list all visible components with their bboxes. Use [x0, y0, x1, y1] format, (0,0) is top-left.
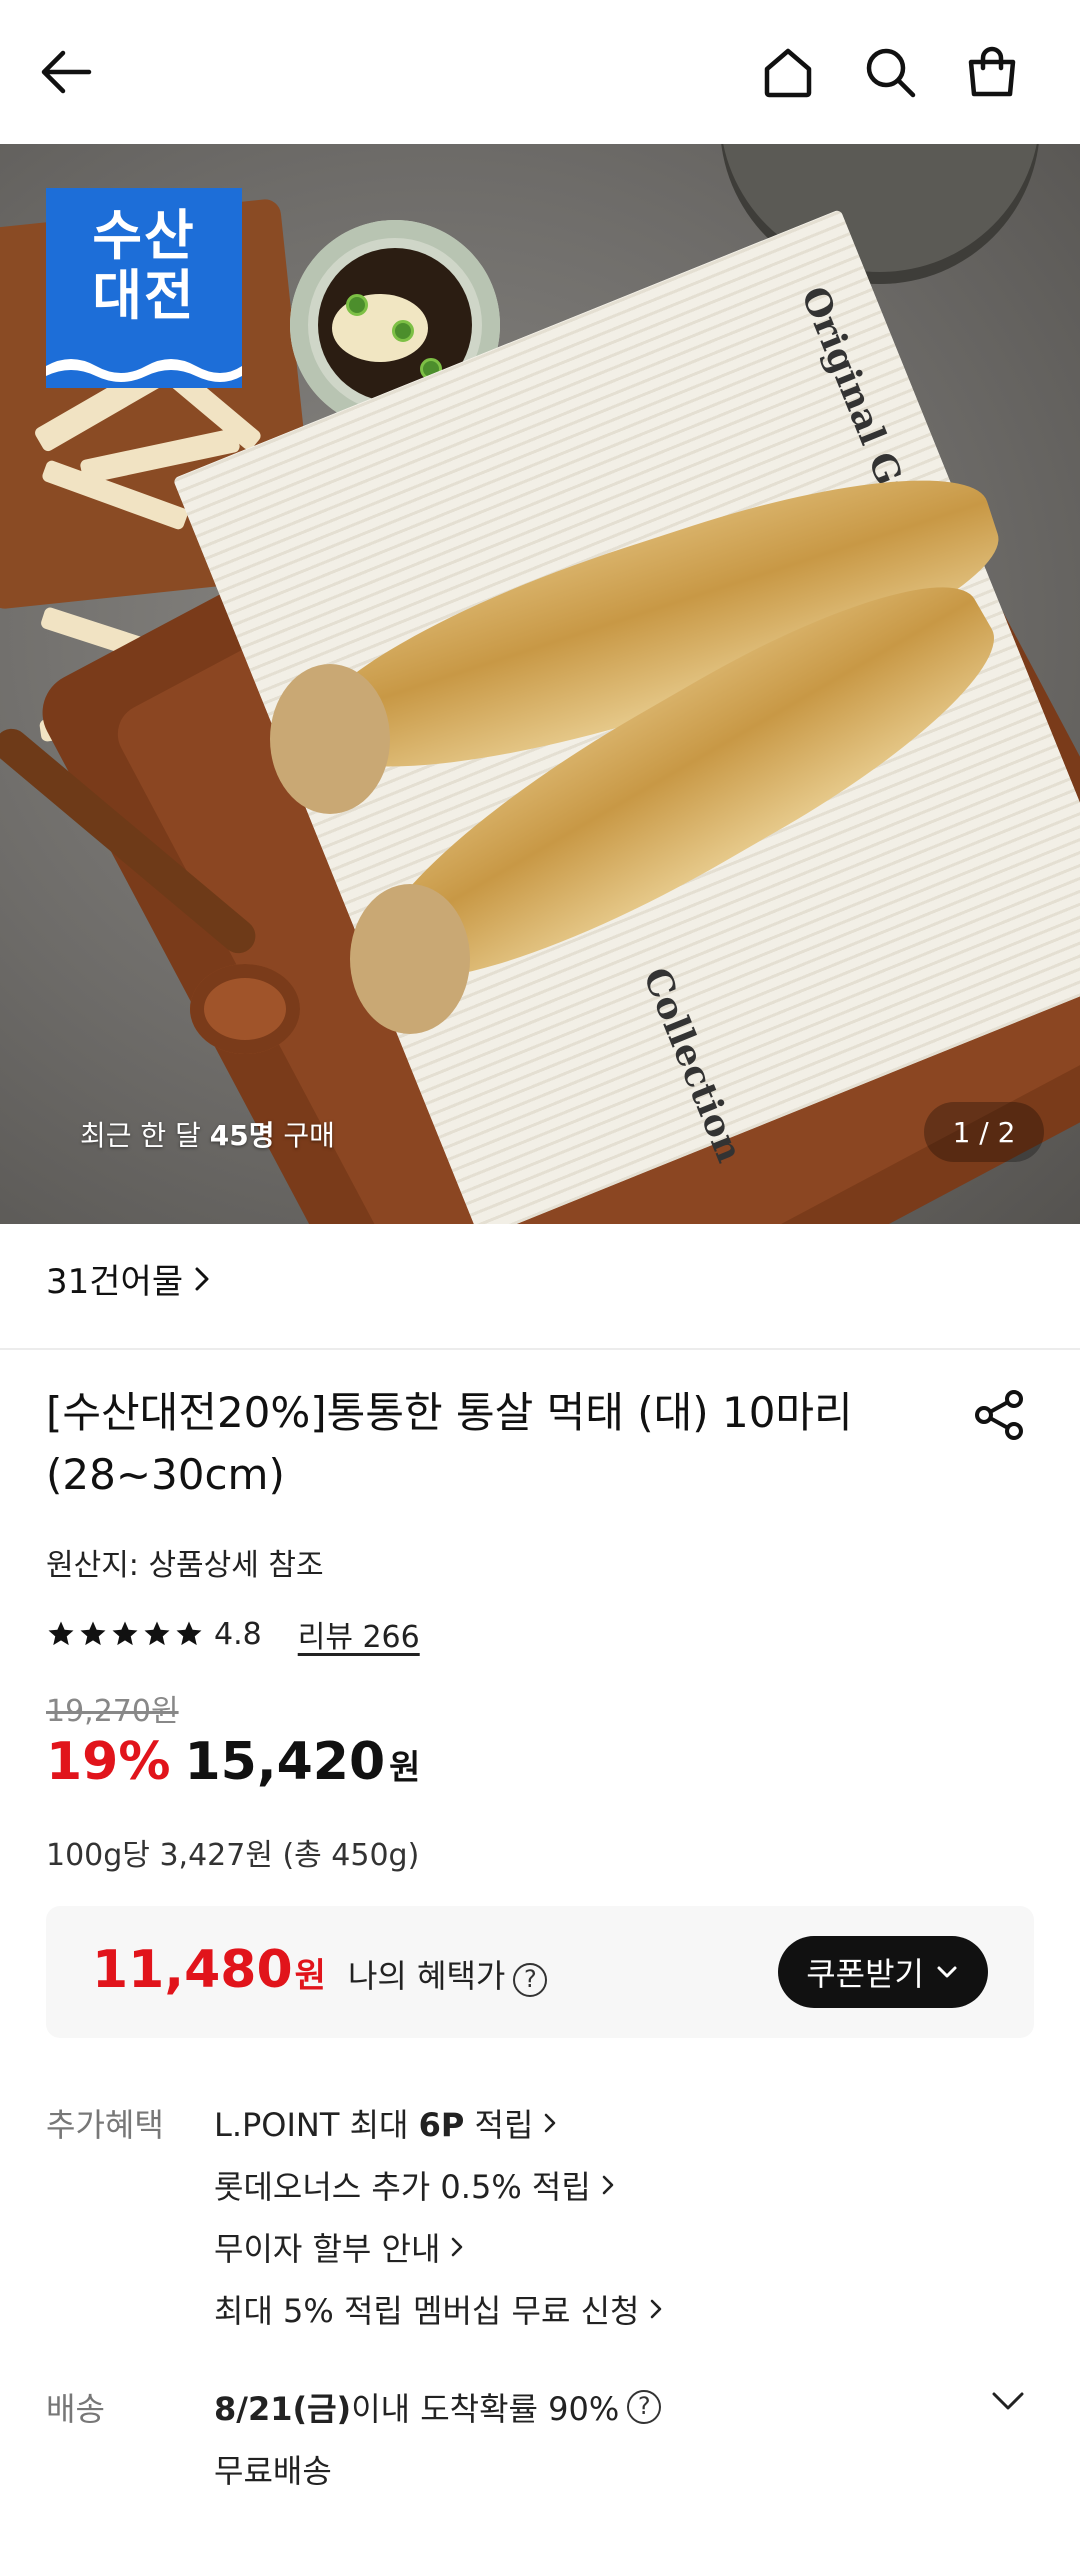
lpoint-suffix: 적립	[464, 2106, 534, 2144]
search-icon	[866, 48, 916, 98]
search-button[interactable]	[858, 40, 922, 104]
benefit-text: 무이자 할부 안내	[214, 2230, 441, 2268]
lpoint-prefix: L.POINT 최대	[214, 2106, 419, 2144]
chevron-right-icon	[602, 2175, 614, 2195]
share-button[interactable]	[970, 1385, 1030, 1445]
question-circle-icon[interactable]: ?	[513, 1963, 548, 1997]
extra-benefits-label: 추가혜택	[46, 2106, 164, 2144]
top-bar	[0, 0, 1080, 144]
fish-head	[350, 884, 470, 1034]
lpoint-points: 6P	[418, 2106, 465, 2144]
benefit-price-label: 나의 혜택가	[347, 1957, 506, 1995]
star-icon	[80, 1621, 106, 1646]
question-circle-icon[interactable]: ?	[627, 2390, 662, 2424]
chevron-down-icon[interactable]	[988, 2386, 1028, 2416]
chevron-right-icon	[195, 1267, 209, 1290]
delivery-date: 8/21(금)	[214, 2390, 352, 2428]
delivery-probability: 이내 도착확률 90%	[351, 2390, 620, 2428]
benefit-text: 최대 5% 적립 멤버십 무료 신청	[214, 2292, 640, 2330]
benefit-price-value: 11,480	[92, 1940, 293, 2000]
chevron-down-icon	[937, 1966, 957, 1978]
chevron-right-icon	[452, 2237, 463, 2257]
delivery-estimate: 8/21(금) 이내 도착확률 90% ?	[214, 2384, 662, 2430]
chevron-right-icon	[651, 2299, 662, 2319]
unit-price: 100g당 3,427원 (총 450g)	[46, 1838, 420, 1873]
price-unit: 원	[389, 1748, 421, 1788]
star-rating	[46, 1619, 206, 1649]
badge-text-line2: 대전	[92, 264, 196, 327]
promo-badge: 수산 대전	[46, 188, 242, 388]
review-link[interactable]: 리뷰 266	[298, 1612, 420, 1656]
home-button[interactable]	[756, 40, 820, 104]
back-button[interactable]	[34, 40, 98, 104]
arrow-left-icon	[41, 50, 92, 94]
star-icon	[176, 1621, 202, 1646]
buyers-count: 45명	[209, 1119, 275, 1152]
chili	[346, 294, 368, 316]
share-icon	[975, 1390, 1023, 1440]
buyers-suffix: 구매	[274, 1119, 335, 1152]
benefit-item-installment[interactable]: 무이자 할부 안내	[214, 2224, 466, 2270]
benefit-text: 롯데오너스 추가 0.5% 적립	[214, 2168, 591, 2206]
buyers-prefix: 최근 한 달	[80, 1119, 210, 1152]
product-image-carousel[interactable]: Original Graphics Collection 수산 대전 최근 한 …	[0, 144, 1080, 1224]
sale-price: 15,420	[184, 1732, 386, 1792]
shopping-bag-icon	[968, 46, 1016, 97]
product-title: [수산대전20%]통통한 통살 먹태 (대) 10마리 (28~30cm)	[46, 1388, 853, 1499]
benefit-price-box: 11,480 원 나의 혜택가 ? 쿠폰받기	[46, 1906, 1034, 2038]
rating-row: 4.8 리뷰 266	[46, 1612, 420, 1656]
cart-button[interactable]	[960, 40, 1024, 104]
star-icon	[48, 1621, 74, 1646]
rating-value: 4.8	[214, 1616, 262, 1652]
price-row: 19% 15,420 원	[46, 1732, 420, 1792]
coupon-label: 쿠폰받기	[806, 1955, 924, 1993]
benefit-item-lotte-owners[interactable]: 롯데오너스 추가 0.5% 적립	[214, 2162, 617, 2208]
get-coupon-button[interactable]: 쿠폰받기	[778, 1936, 988, 2008]
free-shipping: 무료배송	[214, 2452, 332, 2490]
image-pager: 1 / 2	[924, 1102, 1044, 1162]
star-icon	[144, 1621, 170, 1646]
benefit-item-lpoint[interactable]: L.POINT 최대 6P 적립	[214, 2100, 559, 2146]
seller-name: 31건어물	[46, 1262, 184, 1302]
benefit-price-unit: 원	[294, 1956, 326, 1996]
chili	[392, 320, 414, 342]
star-icon	[112, 1621, 138, 1646]
delivery-label: 배송	[46, 2390, 105, 2428]
original-price: 19,270원	[46, 1694, 179, 1729]
wave-icon	[46, 359, 242, 388]
chevron-right-icon	[545, 2113, 556, 2133]
origin-info: 원산지: 상품상세 참조	[46, 1548, 324, 1583]
recent-buyers: 최근 한 달 45명 구매	[80, 1114, 335, 1154]
spoon-head	[190, 964, 300, 1054]
fish-head	[270, 664, 390, 814]
benefit-item-membership[interactable]: 최대 5% 적립 멤버십 무료 신청	[214, 2286, 665, 2332]
badge-text-line1: 수산	[92, 204, 196, 267]
benefit-price: 11,480 원 나의 혜택가 ?	[92, 1940, 548, 2000]
discount-rate: 19%	[46, 1732, 171, 1792]
home-icon	[764, 48, 812, 98]
seller-link[interactable]: 31건어물	[46, 1254, 211, 1303]
section-divider	[0, 1348, 1080, 1350]
